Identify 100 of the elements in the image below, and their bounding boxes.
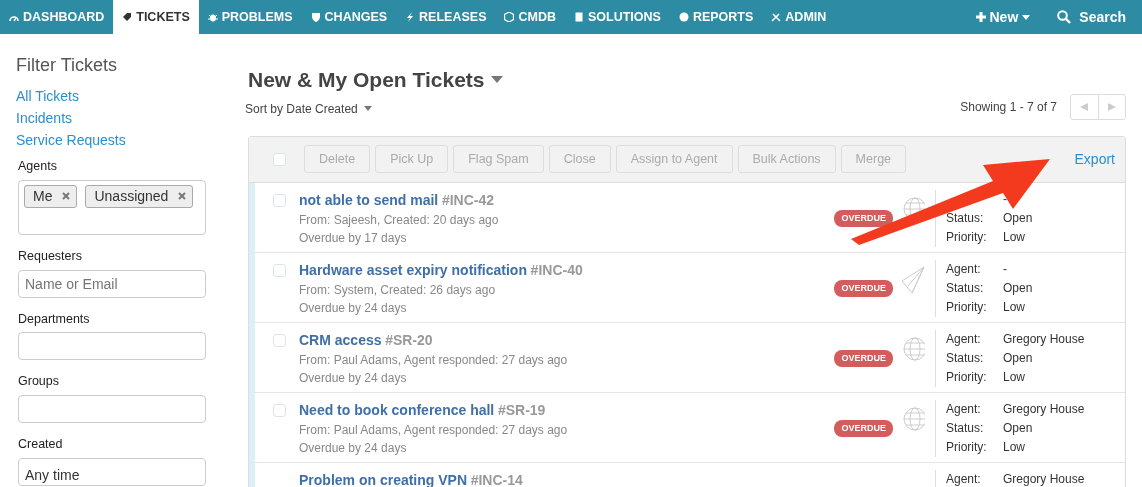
filter-label: Departments	[18, 310, 91, 328]
filter-link[interactable]: All Tickets	[16, 85, 220, 107]
previous-icon[interactable]	[1080, 102, 1089, 111]
new-button[interactable]: New	[966, 0, 1040, 34]
bolt-icon	[405, 12, 416, 22]
property-label: Priority:	[946, 298, 988, 316]
row-checkbox[interactable]	[273, 403, 286, 417]
tag-icon	[122, 12, 133, 22]
nav-tab[interactable]: CHANGES	[301, 0, 397, 34]
property-label: Status:	[946, 419, 985, 437]
ticket-id: #INC-14	[470, 471, 523, 487]
row-checkbox[interactable]	[273, 193, 286, 207]
ticket-id: #INC-42	[441, 191, 494, 208]
tag-text: Unassigned	[94, 186, 169, 206]
property-value: Gregory House	[1003, 400, 1085, 418]
filter-link[interactable]: Incidents	[16, 107, 220, 129]
caret-icon[interactable]	[364, 106, 373, 111]
agents-field[interactable]: Me Unassigned	[18, 179, 206, 235]
ticket-title[interactable]: not able to send mail	[299, 191, 439, 208]
filter-label: Created	[18, 436, 64, 453]
nav-tab[interactable]: DASHBOARD	[0, 0, 114, 34]
bug-icon	[207, 12, 218, 22]
remove-icon[interactable]	[62, 192, 71, 201]
ticket-id: #SR-19	[497, 401, 546, 418]
toolbar-button[interactable]: Pick Up	[375, 144, 449, 174]
property-label: Status:	[946, 209, 985, 227]
time-select[interactable]: Any time	[18, 457, 206, 486]
property-label: Agent:	[946, 400, 982, 418]
toolbar-button[interactable]: Assign to Agent	[615, 144, 733, 174]
search-button[interactable]: Search	[1039, 0, 1142, 34]
toolbar-button[interactable]: Close	[548, 144, 611, 174]
next-icon[interactable]	[1107, 102, 1116, 111]
ticket-requester: From: Paul Adams, Agent responded: 27 days ago	[299, 351, 569, 369]
ticket-requester: From: Sajeesh, Created: 20 days ago	[299, 211, 500, 229]
filter-field[interactable]	[18, 332, 206, 361]
ticket-title[interactable]: CRM access	[299, 331, 382, 348]
overdue-text: Overdue by 24 days	[299, 369, 408, 387]
property-value: Open	[1003, 419, 1033, 437]
pager[interactable]	[1070, 93, 1126, 120]
ticket-title[interactable]: Need to book conference hall	[299, 401, 495, 418]
row-checkbox[interactable]	[273, 263, 286, 277]
toolbar-button[interactable]: Flag Spam	[453, 144, 544, 174]
overdue-text: Overdue by 24 days	[299, 299, 408, 317]
envelope-icon	[901, 263, 925, 294]
remove-icon[interactable]	[178, 192, 187, 201]
overdue-badge: OVERDUE	[834, 209, 893, 227]
row-checkbox[interactable]	[273, 333, 286, 347]
property-value: Low	[1003, 298, 1025, 316]
ticket-id: #INC-40	[530, 261, 583, 278]
caret-icon[interactable]	[491, 76, 504, 84]
nav-tab[interactable]: ADMIN	[762, 0, 836, 34]
overdue-badge: OVERDUE	[834, 279, 893, 297]
search-icon	[1057, 10, 1072, 24]
view-title: New & My Open Tickets	[248, 67, 485, 93]
property-label: Status:	[946, 349, 985, 367]
export-link[interactable]: Export	[1074, 148, 1115, 170]
property-label: Priority:	[946, 228, 988, 246]
filter-field[interactable]	[18, 395, 206, 423]
nav-tab[interactable]: CMDB	[495, 0, 565, 34]
filter-field[interactable]: Name or Email	[18, 269, 206, 298]
nav-tab[interactable]: RELEASES	[396, 0, 496, 34]
overdue-text: Overdue by 17 days	[299, 229, 408, 247]
nav-tab[interactable]: REPORTS	[669, 0, 763, 34]
sort-dropdown[interactable]: Sort by Date Created	[245, 99, 358, 118]
filter-link[interactable]: Service Requests	[16, 129, 220, 151]
nav-tab[interactable]: PROBLEMS	[198, 0, 302, 34]
ticket-requester: From: Paul Adams, Agent responded: 27 days ago	[299, 421, 569, 439]
filter-label: Agents	[18, 158, 58, 175]
toolbar-button[interactable]: Bulk Actions	[737, 144, 836, 174]
filter-label: Requesters	[18, 247, 83, 265]
shield-icon	[310, 12, 321, 22]
overdue-badge: OVERDUE	[834, 349, 893, 367]
property-value: Open	[1003, 349, 1033, 367]
property-label: Agent:	[946, 260, 982, 278]
property-value: Low	[1003, 438, 1025, 456]
property-label: Agent:	[946, 330, 982, 348]
ticket-title[interactable]: Problem on creating VPN	[299, 471, 468, 487]
overdue-text: Overdue by 24 days	[299, 439, 408, 457]
nav-tab[interactable]: TICKETS	[113, 0, 199, 34]
caret-icon	[1022, 14, 1031, 20]
sidebar-title: Filter Tickets	[16, 54, 118, 77]
property-label: Priority:	[946, 368, 988, 386]
overdue-badge: OVERDUE	[834, 419, 893, 437]
toolbar-button[interactable]: Delete	[304, 144, 371, 174]
select-all-checkbox[interactable]	[273, 152, 286, 166]
property-label: Priority:	[946, 438, 988, 456]
plus-icon	[975, 12, 986, 22]
property-value: Gregory House	[1003, 330, 1085, 348]
filter-label: Groups	[18, 373, 60, 391]
property-value: Low	[1003, 368, 1025, 386]
tag-text: Me	[33, 186, 53, 206]
property-value: Low	[1003, 228, 1025, 246]
property-label: Agent:	[946, 470, 982, 487]
toolbar-button[interactable]: Merge	[840, 144, 907, 174]
nav-tab[interactable]: SOLUTIONS	[565, 0, 670, 34]
ticket-title[interactable]: Hardware asset expiry notification	[299, 261, 527, 278]
property-value: Open	[1003, 279, 1033, 297]
ticket-requester: From: System, Created: 26 days ago	[299, 281, 497, 299]
property-label: Status:	[946, 279, 985, 297]
property-value: Gregory House	[1003, 470, 1085, 487]
